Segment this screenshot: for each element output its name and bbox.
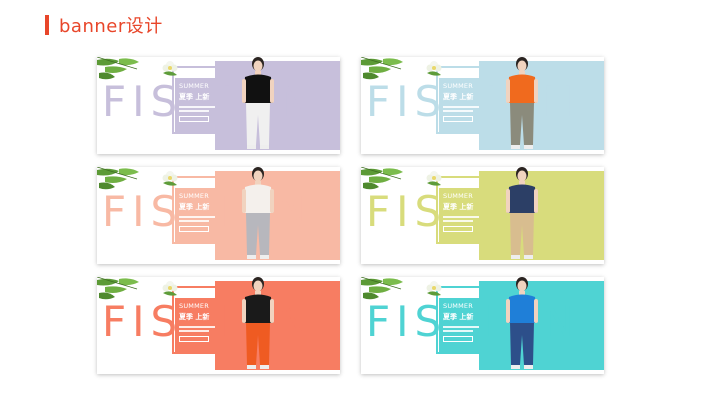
section-header: banner设计 [45, 12, 163, 38]
fine-print-line [443, 216, 479, 218]
model-photo-icon [506, 167, 538, 259]
season-label: SUMMER [443, 192, 473, 200]
tag-box [443, 226, 473, 232]
leaf-decoration-icon [361, 167, 403, 190]
model-photo-icon [506, 57, 538, 149]
promo-textbox: SUMMER 夏季 上新 [175, 188, 218, 244]
fine-print-line [179, 216, 215, 218]
season-label: SUMMER [179, 302, 209, 310]
leaf-decoration-icon [361, 57, 403, 80]
model-photo-icon [242, 57, 274, 149]
fine-print-line [443, 106, 479, 108]
tag-box [179, 336, 209, 342]
headline-label: 夏季 上新 [443, 93, 474, 101]
fine-print-line [443, 326, 479, 328]
headline-label: 夏季 上新 [179, 203, 210, 211]
banner-card-purple: FISHION SUMMER 夏季 上新 [97, 57, 340, 154]
model-photo-icon [242, 167, 274, 259]
headline-label: 夏季 上新 [443, 313, 474, 321]
banner-card-peach: FISHION SUMMER 夏季 上新 [97, 167, 340, 264]
leaf-decoration-icon [97, 167, 139, 190]
season-label: SUMMER [443, 82, 473, 90]
fine-print-line [443, 330, 473, 332]
fine-print-line [179, 330, 209, 332]
flower-decoration-icon [162, 171, 178, 186]
fine-print-line [179, 110, 209, 112]
promo-textbox: SUMMER 夏季 上新 [175, 298, 218, 354]
season-label: SUMMER [179, 82, 209, 90]
promo-textbox: SUMMER 夏季 上新 [439, 188, 482, 244]
model-photo-icon [506, 277, 538, 369]
model-photo-icon [242, 277, 274, 369]
promo-textbox: SUMMER 夏季 上新 [439, 298, 482, 354]
flower-decoration-icon [162, 61, 178, 76]
leaf-decoration-icon [361, 277, 403, 300]
tag-box [443, 336, 473, 342]
headline-label: 夏季 上新 [179, 313, 210, 321]
tag-box [179, 116, 209, 122]
banner-card-teal: FISHION SUMMER 夏季 上新 [361, 277, 604, 374]
season-label: SUMMER [179, 192, 209, 200]
banner-card-blue: FISHION SUMMER 夏季 上新 [361, 57, 604, 154]
banner-card-lime: FISHION SUMMER 夏季 上新 [361, 167, 604, 264]
section-title: banner设计 [59, 16, 163, 37]
leaf-decoration-icon [97, 277, 139, 300]
headline-label: 夏季 上新 [179, 93, 210, 101]
promo-textbox: SUMMER 夏季 上新 [175, 78, 218, 134]
fine-print-line [179, 106, 215, 108]
flower-decoration-icon [426, 171, 442, 186]
fine-print-line [443, 220, 473, 222]
leaf-decoration-icon [97, 57, 139, 80]
fine-print-line [443, 110, 473, 112]
fine-print-line [179, 326, 215, 328]
tag-box [179, 226, 209, 232]
fine-print-line [179, 220, 209, 222]
headline-label: 夏季 上新 [443, 203, 474, 211]
flower-decoration-icon [426, 281, 442, 296]
season-label: SUMMER [443, 302, 473, 310]
tag-box [443, 116, 473, 122]
promo-textbox: SUMMER 夏季 上新 [439, 78, 482, 134]
flower-decoration-icon [162, 281, 178, 296]
header-accent-bar [45, 15, 49, 35]
flower-decoration-icon [426, 61, 442, 76]
banner-card-coral: FISHION SUMMER 夏季 上新 [97, 277, 340, 374]
